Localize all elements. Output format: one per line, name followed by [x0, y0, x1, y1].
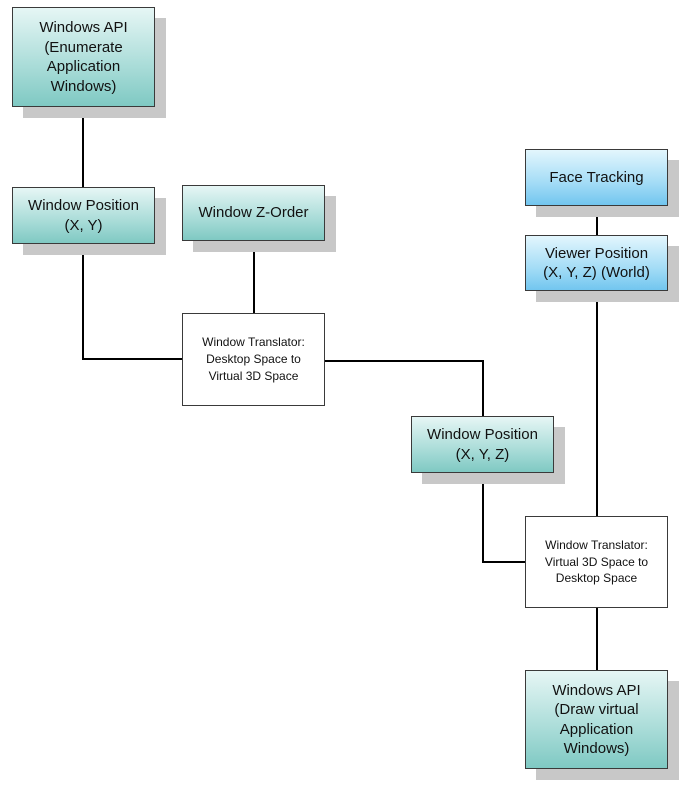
node-translator-3d-to-desktop[interactable]: Window Translator: Virtual 3D Space to D… — [525, 516, 668, 608]
node-label: Windows API (Enumerate Application Windo… — [39, 19, 128, 95]
node-window-position-xyz[interactable]: Window Position (X, Y, Z) — [411, 416, 554, 473]
edge-window-position-xy-to-translator — [82, 244, 182, 360]
node-label: Window Position (X, Y) — [28, 197, 139, 234]
edge-translator-to-window-position-xyz — [325, 360, 484, 416]
node-label: Window Position (X, Y, Z) — [427, 426, 538, 463]
node-label: Viewer Position (X, Y, Z) (World) — [543, 244, 650, 282]
node-winapi-enum[interactable]: Windows API (Enumerate Application Windo… — [12, 7, 155, 107]
node-window-position-xy[interactable]: Window Position (X, Y) — [12, 187, 155, 244]
node-winapi-draw[interactable]: Windows API (Draw virtual Application Wi… — [525, 670, 668, 769]
node-face-tracking[interactable]: Face Tracking — [525, 149, 668, 206]
node-viewer-position[interactable]: Viewer Position (X, Y, Z) (World) — [525, 235, 668, 291]
node-label: Window Translator: Desktop Space to Virt… — [202, 335, 305, 383]
node-label: Face Tracking — [549, 168, 644, 186]
edge-window-position-xyz-to-translator2 — [482, 473, 525, 563]
node-label: Window Z-Order — [198, 204, 309, 222]
node-label: Window Translator: Virtual 3D Space to D… — [544, 537, 649, 586]
node-translator-desktop-to-3d[interactable]: Window Translator: Desktop Space to Virt… — [182, 313, 325, 406]
node-window-z-order[interactable]: Window Z-Order — [182, 185, 325, 241]
node-label: Windows API (Draw virtual Application Wi… — [552, 681, 641, 758]
